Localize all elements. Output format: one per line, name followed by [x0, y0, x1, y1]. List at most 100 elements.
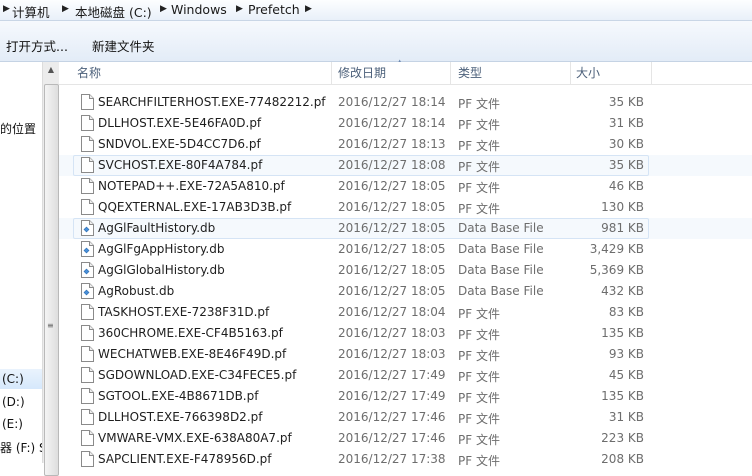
command-bar: 打开方式... 新建文件夹: [0, 21, 752, 62]
chevron-right-icon[interactable]: ▶: [305, 4, 312, 14]
file-name: SEARCHFILTERHOST.EXE-77482212.pf: [98, 95, 326, 109]
file-row[interactable]: SGTOOL.EXE-4B8671DB.pf 2016/12/27 17:49 PF…: [59, 386, 752, 407]
file-row[interactable]: AgGlFgAppHistory.db 2016/12/27 18:05 Data …: [59, 239, 752, 260]
file-row[interactable]: DLLHOST.EXE-766398D2.pf 2016/12/27 17:46 P…: [59, 407, 752, 428]
file-size: 93 KB: [608, 347, 644, 361]
file-name: SNDVOL.EXE-5D4CC7D6.pf: [98, 137, 261, 151]
file-row[interactable]: QQEXTERNAL.EXE-17AB3D3B.pf 2016/12/27 18:…: [59, 197, 752, 218]
file-icon: [81, 409, 94, 425]
file-size: 45 KB: [608, 368, 644, 382]
scrollbar-thumb[interactable]: [44, 84, 59, 476]
file-size: 208 KB: [601, 452, 644, 466]
file-modified-date: 2016/12/27 18:04: [338, 305, 446, 319]
file-row[interactable]: VMWARE-VMX.EXE-638A80A7.pf 2016/12/27 17:…: [59, 428, 752, 449]
file-name: SGTOOL.EXE-4B8671DB.pf: [98, 389, 259, 403]
file-row[interactable]: AgRobust.db 2016/12/27 18:05 Data Base Fil…: [59, 281, 752, 302]
file-size: 30 KB: [608, 137, 644, 151]
file-size: 135 KB: [601, 389, 644, 403]
file-type: PF 文件: [458, 349, 500, 363]
file-row[interactable]: SGDOWNLOAD.EXE-C34FECE5.pf 2016/12/27 17:…: [59, 365, 752, 386]
chevron-right-icon[interactable]: ▶: [236, 4, 243, 14]
db-file-icon: [81, 241, 94, 257]
file-name: AgRobust.db: [98, 284, 175, 298]
nav-item-recent-places[interactable]: 的位置: [0, 120, 36, 137]
file-modified-date: 2016/12/27 18:08: [338, 158, 446, 172]
file-name: QQEXTERNAL.EXE-17AB3D3B.pf: [98, 200, 292, 214]
db-file-icon: [81, 220, 94, 236]
file-modified-date: 2016/12/27 17:49: [338, 389, 446, 403]
file-modified-date: 2016/12/27 18:13: [338, 137, 446, 151]
file-icon: [81, 388, 94, 404]
chevron-right-icon[interactable]: ▶: [160, 4, 167, 14]
file-modified-date: 2016/12/27 17:46: [338, 431, 446, 445]
file-icon: [81, 325, 94, 341]
scroll-up-arrow-icon[interactable]: ▲: [43, 62, 59, 78]
file-modified-date: 2016/12/27 17:38: [338, 452, 446, 466]
file-type: PF 文件: [458, 139, 500, 153]
breadcrumb-prefetch[interactable]: Prefetch: [248, 2, 300, 17]
file-size: 83 KB: [608, 305, 644, 319]
file-modified-date: 2016/12/27 18:05: [338, 263, 446, 277]
navigation-scrollbar[interactable]: ▲ ≡: [42, 62, 59, 476]
file-type: PF 文件: [458, 412, 500, 426]
file-row[interactable]: SNDVOL.EXE-5D4CC7D6.pf 2016/12/27 18:13 PF…: [59, 134, 752, 155]
new-folder-button[interactable]: 新建文件夹: [92, 36, 155, 55]
file-name: DLLHOST.EXE-5E46FA0D.pf: [98, 116, 262, 130]
column-divider[interactable]: [450, 62, 451, 84]
file-name: TASKHOST.EXE-7238F31D.pf: [98, 305, 270, 319]
file-size: 223 KB: [601, 431, 644, 445]
file-icon: [81, 199, 94, 215]
file-row[interactable]: NOTEPAD++.EXE-72A5A810.pf 2016/12/27 18:0…: [59, 176, 752, 197]
file-row[interactable]: DLLHOST.EXE-5E46FA0D.pf 2016/12/27 18:14 P…: [59, 113, 752, 134]
scrollbar-grip-icon: ≡: [47, 321, 54, 330]
file-type: Data Base File: [458, 284, 544, 298]
column-divider[interactable]: [331, 62, 332, 84]
file-type: PF 文件: [458, 160, 500, 174]
file-row[interactable]: SEARCHFILTERHOST.EXE-77482212.pf 2016/12/…: [59, 92, 752, 113]
column-divider[interactable]: [570, 62, 571, 84]
file-type: Data Base File: [458, 263, 544, 277]
file-modified-date: 2016/12/27 18:05: [338, 200, 446, 214]
breadcrumb-windows[interactable]: Windows: [171, 2, 227, 17]
nav-item-drive-e[interactable]: (E:): [2, 417, 23, 431]
breadcrumb-computer[interactable]: 计算机: [12, 2, 50, 21]
file-modified-date: 2016/12/27 17:49: [338, 368, 446, 382]
file-type: PF 文件: [458, 118, 500, 132]
nav-item-drive-f[interactable]: 器 (F:) S: [0, 439, 42, 456]
db-file-icon: [81, 262, 94, 278]
file-size: 3,429 KB: [589, 242, 644, 256]
file-modified-date: 2016/12/27 18:05: [338, 242, 446, 256]
chevron-right-icon[interactable]: ▶: [62, 4, 69, 14]
file-name: AgGlFaultHistory.db: [98, 221, 216, 235]
file-type: PF 文件: [458, 328, 500, 342]
file-row[interactable]: WECHATWEB.EXE-8E46F49D.pf 2016/12/27 18:0…: [59, 344, 752, 365]
column-header-date[interactable]: 修改日期: [338, 62, 386, 84]
file-name: DLLHOST.EXE-766398D2.pf: [98, 410, 263, 424]
file-type: PF 文件: [458, 391, 500, 405]
file-name: WECHATWEB.EXE-8E46F49D.pf: [98, 347, 287, 361]
file-size: 432 KB: [601, 284, 644, 298]
file-row[interactable]: TASKHOST.EXE-7238F31D.pf 2016/12/27 18:04…: [59, 302, 752, 323]
file-row[interactable]: AgGlGlobalHistory.db 2016/12/27 18:05 Data…: [59, 260, 752, 281]
file-row[interactable]: SAPCLIENT.EXE-F478956D.pf 2016/12/27 17:3…: [59, 449, 752, 470]
file-row[interactable]: 360CHROME.EXE-CF4B5163.pf 2016/12/27 18:0…: [59, 323, 752, 344]
file-row[interactable]: AgGlFaultHistory.db 2016/12/27 18:05 Data …: [59, 218, 752, 239]
file-name: NOTEPAD++.EXE-72A5A810.pf: [98, 179, 285, 193]
file-size: 35 KB: [608, 95, 644, 109]
nav-item-drive-c[interactable]: (C:): [0, 369, 42, 389]
column-header-row: 名称 修改日期 类型 大小: [59, 62, 752, 85]
breadcrumb-local-disk-c[interactable]: 本地磁盘 (C:): [75, 2, 152, 21]
nav-item-drive-d[interactable]: (D:): [2, 395, 25, 409]
column-header-name[interactable]: 名称: [77, 62, 101, 84]
column-divider[interactable]: [651, 62, 652, 84]
file-row[interactable]: SVCHOST.EXE-80F4A784.pf 2016/12/27 18:08 P…: [59, 155, 752, 176]
column-header-type[interactable]: 类型: [458, 62, 482, 84]
address-bar[interactable]: ▶ 计算机 ▶ 本地磁盘 (C:) ▶ Windows ▶ Prefetch ▶: [0, 0, 752, 21]
file-icon: [81, 367, 94, 383]
column-header-size[interactable]: 大小: [576, 62, 600, 84]
open-with-button[interactable]: 打开方式...: [6, 36, 68, 55]
chevron-right-icon[interactable]: ▶: [3, 4, 10, 14]
file-size: 31 KB: [608, 116, 644, 130]
file-type: PF 文件: [458, 454, 500, 468]
file-name: VMWARE-VMX.EXE-638A80A7.pf: [98, 431, 292, 445]
